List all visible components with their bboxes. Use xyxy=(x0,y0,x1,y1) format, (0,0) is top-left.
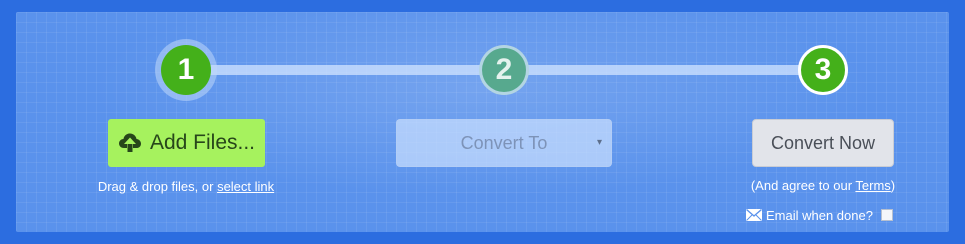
cloud-upload-icon xyxy=(118,132,142,154)
add-files-button[interactable]: Add Files... xyxy=(108,119,265,167)
step-3-indicator: 3 xyxy=(798,45,848,95)
email-when-done-row: Email when done? xyxy=(746,206,906,224)
step-3-number: 3 xyxy=(814,53,832,86)
convert-now-button[interactable]: Convert Now xyxy=(752,119,894,167)
envelope-icon xyxy=(746,209,762,221)
add-files-label: Add Files... xyxy=(149,131,256,154)
step-2-number: 2 xyxy=(495,53,513,86)
agree-open-text: (And agree to our xyxy=(750,178,856,193)
converter-panel: 1 2 3 Add Files... Drag & drop files, or… xyxy=(16,12,949,232)
select-link[interactable]: select link xyxy=(217,179,274,194)
step-1-indicator: 1 xyxy=(161,45,211,95)
email-when-done-label: Email when done? xyxy=(766,207,873,223)
convert-to-select[interactable]: Convert To ▾ xyxy=(396,119,612,167)
email-when-done-checkbox[interactable] xyxy=(880,209,893,221)
convert-to-label: Convert To xyxy=(460,132,548,153)
drag-drop-hint: Drag & drop files, or select link xyxy=(70,179,302,194)
chevron-down-icon: ▾ xyxy=(596,137,602,148)
step-2-indicator: 2 xyxy=(479,45,529,95)
drag-drop-text: Drag & drop files, or xyxy=(97,179,218,194)
agree-close-text: ) xyxy=(890,178,896,193)
step-1-number: 1 xyxy=(177,53,195,86)
convert-now-label: Convert Now xyxy=(770,132,876,153)
page-background: 1 2 3 Add Files... Drag & drop files, or… xyxy=(0,0,965,244)
terms-agreement: (And agree to our Terms) xyxy=(736,178,910,193)
terms-link[interactable]: Terms xyxy=(855,178,890,193)
